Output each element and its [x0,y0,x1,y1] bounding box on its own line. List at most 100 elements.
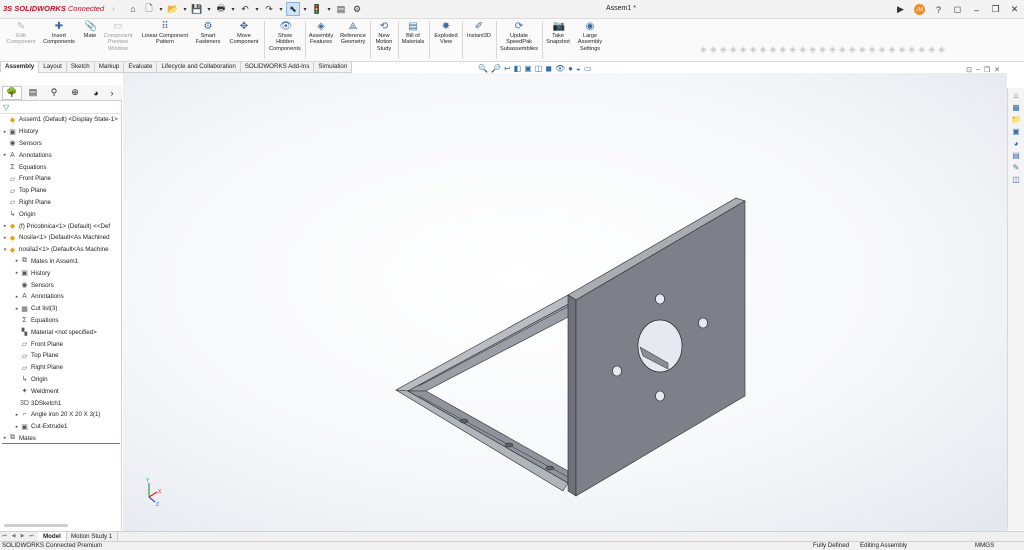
tree-item[interactable]: ◆ Assem1 (Default) <Display State-1> [0,114,122,126]
tab-sketch[interactable]: Sketch [65,62,95,73]
tree-item[interactable]: ▱ Top Plane [0,185,122,197]
next-tab-icon[interactable]: ▶ [18,533,27,541]
appearances-icon[interactable]: ◕ [1011,138,1022,148]
view-palette-icon[interactable]: ▣ [1011,126,1022,136]
update-speedpak-button[interactable]: ⟳ Update SpeedPak Subassemblies [497,21,541,52]
tree-item[interactable]: ▱ Top Plane [0,350,122,362]
linear-component-pattern-button[interactable]: ⠿ Linear Component Pattern [138,21,192,46]
dropdown-arrow-icon[interactable]: ▾ [326,2,332,16]
view-orientation-icon[interactable]: ◫ [535,64,543,73]
tree-item[interactable]: ▱ Right Plane [0,362,122,374]
prev-tab-icon[interactable]: ◀ [9,533,18,541]
file-explorer-icon[interactable]: 📁 [1011,114,1022,124]
rollback-bar[interactable] [2,443,120,444]
tree-item[interactable]: ▱ Front Plane [0,173,122,185]
dropdown-arrow-icon[interactable]: ▾ [278,2,284,16]
open-icon[interactable]: 📂 [166,2,180,16]
notifications-icon[interactable]: ◻ [948,0,967,19]
dropdown-arrow-icon[interactable]: ▾ [158,2,164,16]
home-icon[interactable]: ⌂ [126,2,140,16]
tree-item[interactable]: ◉ Sensors [0,138,122,150]
select-icon[interactable]: ⬉ [286,2,300,16]
design-library-icon[interactable]: ▦ [1011,102,1022,112]
horizontal-scrollbar[interactable] [4,524,68,527]
configuration-manager-tab-icon[interactable]: ⚲ [44,86,64,100]
tree-item[interactable]: ◉ Sensors [0,279,122,291]
tab-evaluate[interactable]: Evaluate [123,62,158,73]
tree-item[interactable]: ↳ Origin [0,374,122,386]
take-snapshot-button[interactable]: 📷 Take Snapshot [543,21,573,46]
move-component-button[interactable]: ✥ Move Component [225,21,263,46]
edit-component-button[interactable]: ✎ Edit Component [4,21,38,46]
minimize-icon[interactable]: – [967,0,986,19]
zoom-to-fit-icon[interactable]: 🔍 [478,64,488,73]
tree-item[interactable]: ▸ ⧉ Mates in Assem1 [0,256,122,268]
exploded-view-button[interactable]: ✸ Exploded View [430,21,462,46]
tab-solidworks-add-ins[interactable]: SOLIDWORKS Add-Ins [239,62,315,73]
dropdown-arrow-icon[interactable]: ▾ [206,2,212,16]
more-tabs-chevron-icon[interactable]: › [107,86,117,100]
first-tab-icon[interactable]: ⏮ [0,533,9,541]
angle-iron-top-flange[interactable] [394,294,577,392]
tree-item[interactable]: ▸ ▣ History [0,126,122,138]
tree-item[interactable]: ▱ Right Plane [0,197,122,209]
tab-markup[interactable]: Markup [93,62,125,73]
angle-iron-bottom-web[interactable] [406,390,569,484]
new-motion-study-button[interactable]: ⟲ New Motion Study [371,21,397,52]
angle-iron-bottom-flange[interactable] [395,389,569,492]
dropdown-arrow-icon[interactable]: ▾ [254,2,260,16]
redo-icon[interactable]: ↷ [262,2,276,16]
custom-properties-icon[interactable]: ▤ [1011,150,1022,160]
tree-item[interactable]: ▾ ◆ nosila2<1> (Default<As Machine [0,244,122,256]
insert-components-button[interactable]: ✚ Insert Components [40,21,78,46]
property-manager-tab-icon[interactable]: ▤ [23,86,43,100]
hide-show-items-icon[interactable]: 👁 [555,64,565,73]
app-logo[interactable]: 3S SOLIDWORKS Connected › [3,4,115,13]
zoom-area-icon[interactable]: 🔎 [491,64,501,73]
tree-item[interactable]: ▸ A Annotations [0,291,122,303]
tree-item[interactable]: ▸ ▦ Cut list(3) [0,303,122,315]
close-icon[interactable]: ✕ [1005,0,1024,19]
logo-menu-arrow-icon[interactable]: › [112,4,115,13]
tree-item[interactable]: ▚ Material <not specified> [0,326,122,338]
smart-fasteners-button[interactable]: ⚙ Smart Fasteners [193,21,223,46]
tab-simulation[interactable]: Simulation [313,62,353,73]
tree-item[interactable]: Σ Equations [0,315,122,327]
options-icon[interactable]: ⚙ [350,2,364,16]
dropdown-arrow-icon[interactable]: ▾ [230,2,236,16]
save-icon[interactable]: 💾 [190,2,204,16]
edit-appearance-icon[interactable]: ● [568,64,573,73]
tree-item[interactable]: ▸ A Annotations [0,149,122,161]
angle-iron-top-web[interactable] [407,299,577,392]
status-units[interactable]: MMGS [975,542,994,550]
assembly-features-button[interactable]: ◈ Assembly Features [306,21,336,46]
tree-item[interactable]: ▸ ⌐ Angle iron 20 X 20 X 3(1) [0,409,122,421]
rebuild-icon[interactable]: 🚦 [310,2,324,16]
dimxpert-manager-tab-icon[interactable]: ⊕ [65,86,85,100]
tree-item[interactable]: ✦ Weldment [0,385,122,397]
display-style-icon[interactable]: ◼ [545,64,552,73]
dynamic-annotation-icon[interactable]: ▣ [524,64,532,73]
mounting-plate-side[interactable] [567,294,577,497]
dropdown-arrow-icon[interactable]: ▾ [182,2,188,16]
tree-item[interactable]: ▸ ◆ (f) Pricobnica<1> (Default) <<Def [0,220,122,232]
tree-item[interactable]: Σ Equations [0,161,122,173]
tab-layout[interactable]: Layout [38,62,67,73]
tree-item[interactable]: ↳ Origin [0,208,122,220]
solidworks-forum-icon[interactable]: ✎ [1011,162,1022,172]
user-avatar[interactable]: JM [910,0,929,19]
bill-of-materials-button[interactable]: ▤ Bill of Materials [399,21,427,46]
solidworks-resources-icon[interactable]: ⌂ [1011,90,1022,100]
tree-item[interactable]: 3D 3DSketch1 [0,397,122,409]
filter-icon[interactable]: ▽ [0,101,122,114]
tab-lifecycle-and-collaboration[interactable]: Lifecycle and Collaboration [156,62,241,73]
apply-scene-icon[interactable]: ◒ [576,64,581,73]
instant3d-button[interactable]: ✐ Instant3D [463,21,495,39]
last-tab-icon[interactable]: ⏭ [27,533,36,541]
tree-item[interactable]: ▸ ▣ History [0,267,122,279]
display-manager-tab-icon[interactable]: ◕ [86,86,106,100]
mate-button[interactable]: 📎 Mate [80,21,100,39]
feature-manager-tab-icon[interactable]: 🌳 [2,85,22,100]
section-view-icon[interactable]: ◧ [514,64,522,73]
tab-assembly[interactable]: Assembly [0,62,40,73]
